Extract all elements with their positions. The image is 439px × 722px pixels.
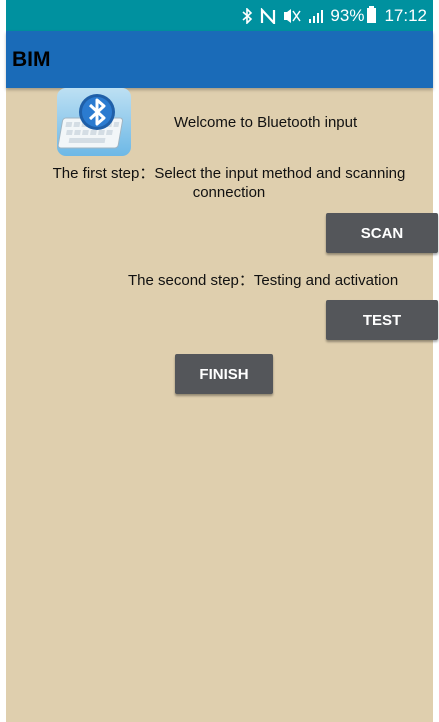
status-time: 17:12 <box>384 5 427 25</box>
finish-button[interactable]: FINISH <box>175 354 273 394</box>
status-bar: 93% 17:12 <box>6 0 433 31</box>
mute-icon <box>283 8 302 23</box>
test-button[interactable]: TEST <box>326 300 438 340</box>
second-step-text: The second step：Testing and activation <box>128 272 399 289</box>
first-step-text: The first step：Select the input method a… <box>52 165 406 201</box>
bluetooth-icon <box>242 7 253 24</box>
app-screen: 93% 17:12 BIM Welcome to Bluetooth input… <box>6 0 438 722</box>
bluetooth-keyboard-logo <box>57 88 131 156</box>
app-title: BIM <box>12 47 51 71</box>
nfc-icon <box>260 7 276 24</box>
scan-button[interactable]: SCAN <box>326 213 438 253</box>
battery-percentage: 93% <box>330 5 365 25</box>
battery-icon <box>367 6 377 23</box>
signal-icon <box>308 9 324 23</box>
app-bar: BIM <box>6 31 433 88</box>
welcome-text: Welcome to Bluetooth input <box>174 114 358 131</box>
